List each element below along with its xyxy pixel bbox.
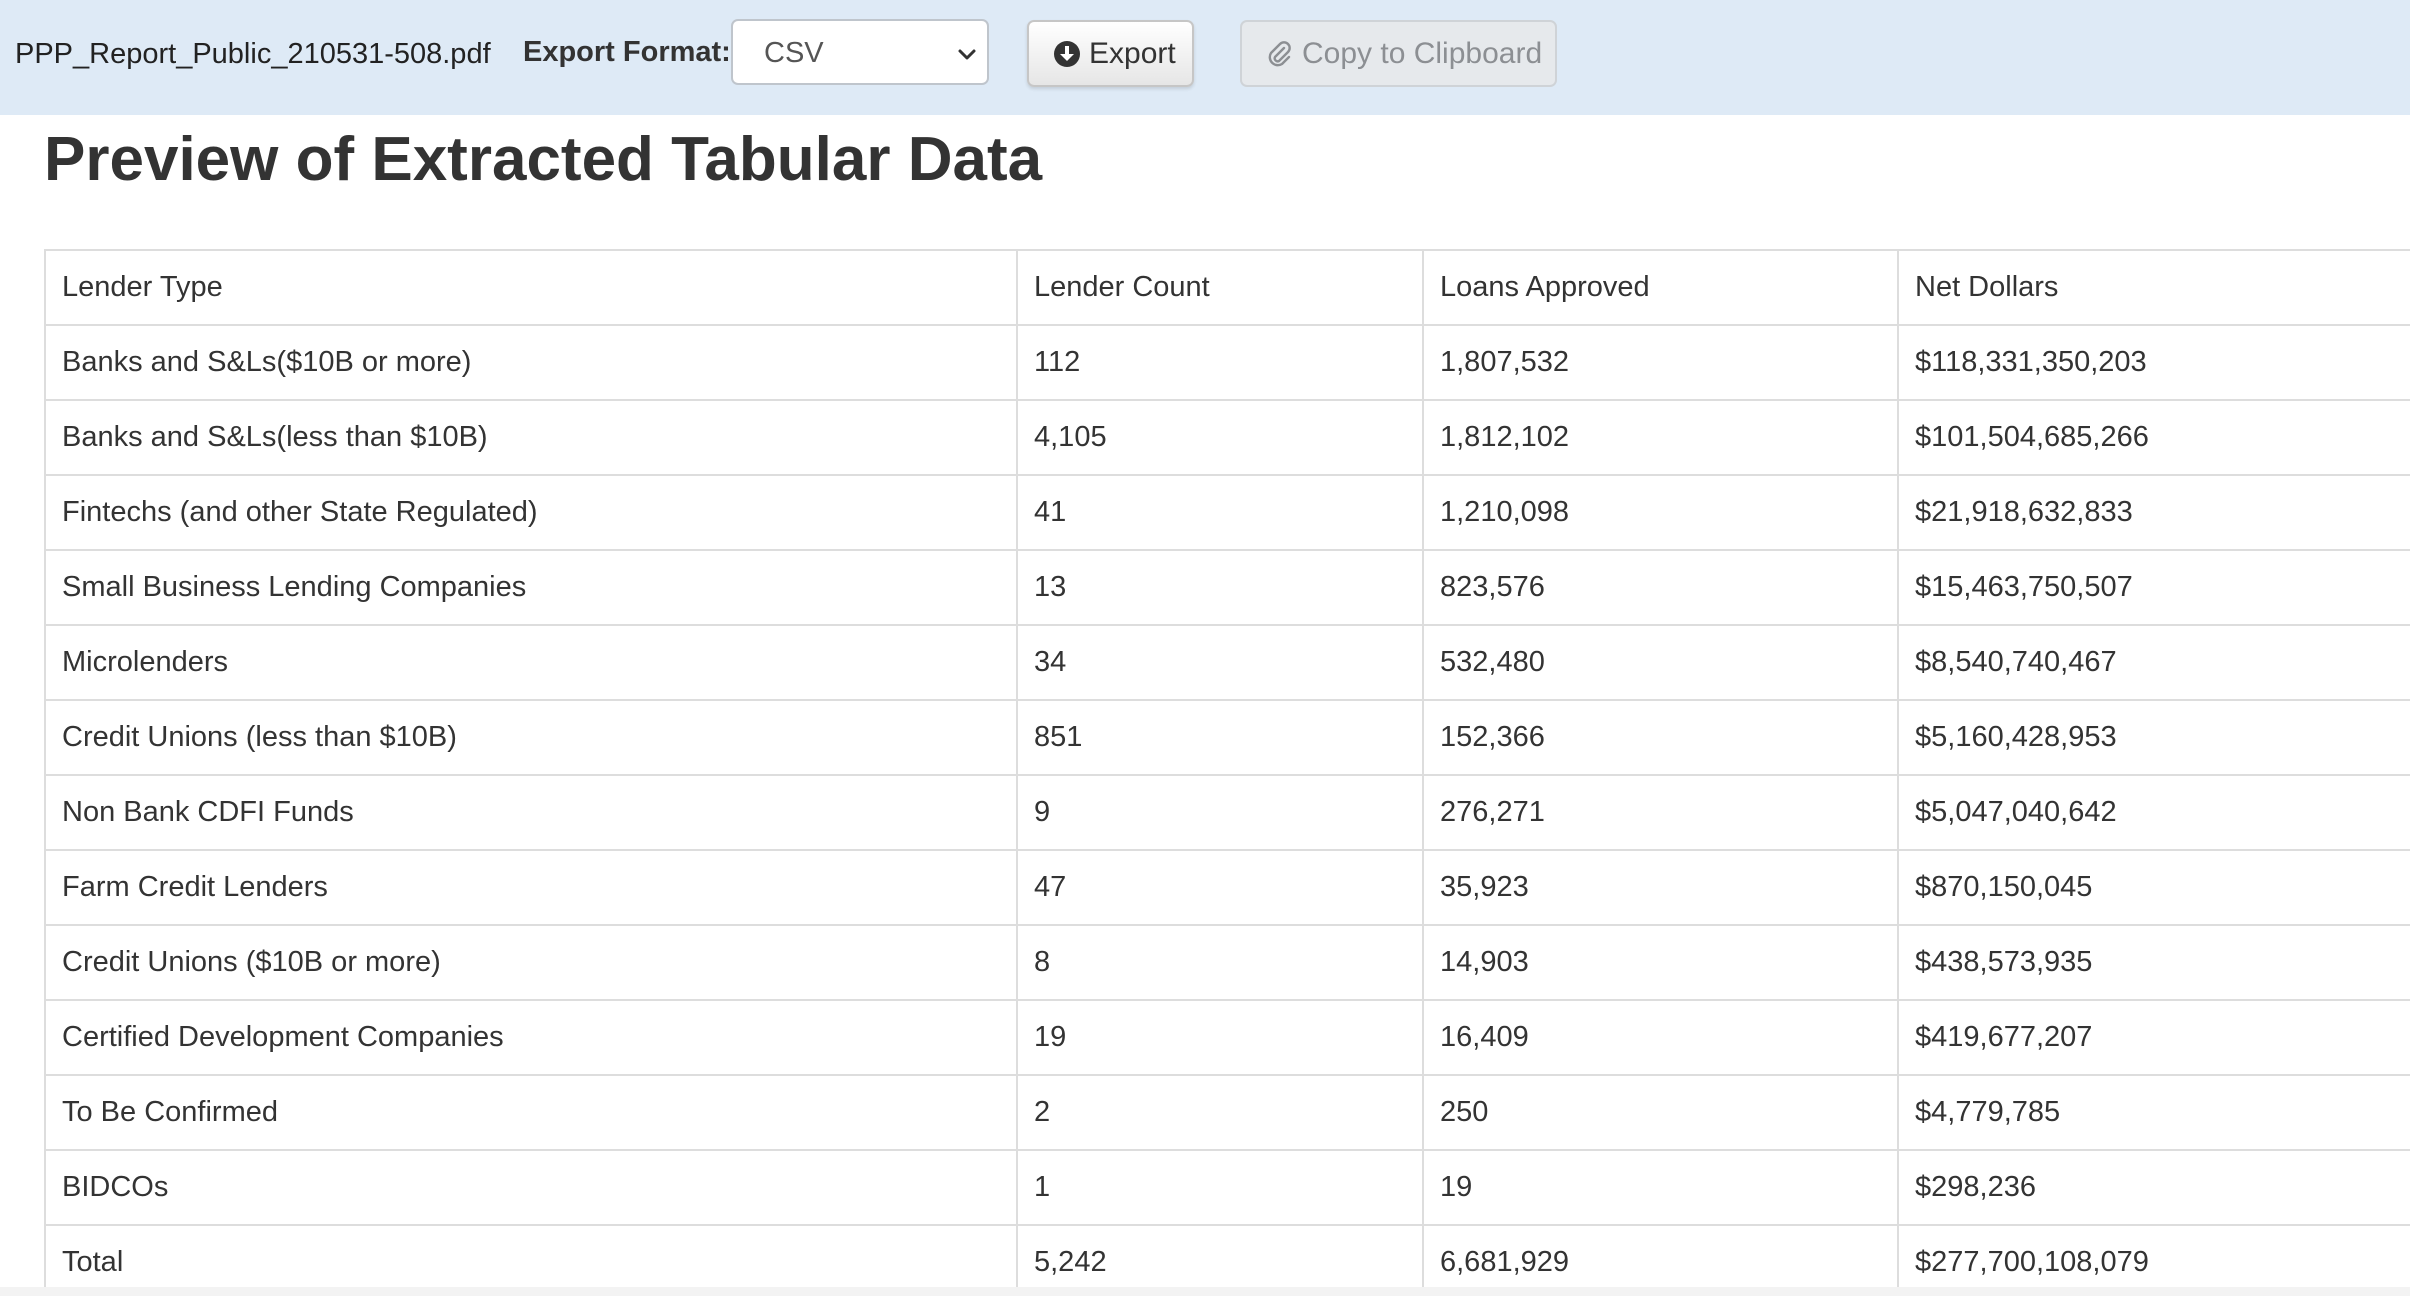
cell-lender-count: 1 [1016, 1149, 1424, 1226]
chevron-down-icon [958, 49, 976, 60]
page-bottom-strip [0, 1287, 2410, 1296]
cell-lender-type: Credit Unions ($10B or more) [44, 924, 1018, 1001]
cell-lender-type: To Be Confirmed [44, 1074, 1018, 1151]
table-container: Lender Type Lender Count Loans Approved … [44, 249, 2410, 1296]
cell-net-dollars: $5,160,428,953 [1897, 699, 2410, 776]
cell-lender-count: 47 [1016, 849, 1424, 926]
cell-net-dollars: $870,150,045 [1897, 849, 2410, 926]
cell-lender-count: 851 [1016, 699, 1424, 776]
cell-net-dollars: $438,573,935 [1897, 924, 2410, 1001]
header-cell-lender-type: Lender Type [44, 249, 1018, 326]
export-format-select[interactable]: CSV [731, 19, 989, 85]
cell-loans-approved: 1,807,532 [1422, 324, 1899, 401]
cell-lender-count: 19 [1016, 999, 1424, 1076]
copy-button-label: Copy to Clipboard [1302, 37, 1543, 70]
table-row: Farm Credit Lenders 47 35,923 $870,150,045 [44, 849, 2410, 926]
toolbar: PPP_Report_Public_210531-508.pdf Export … [0, 0, 2410, 115]
cell-lender-type: Banks and S&Ls($10B or more) [44, 324, 1018, 401]
table-body: Lender Type Lender Count Loans Approved … [44, 249, 2410, 1296]
cell-loans-approved: 1,210,098 [1422, 474, 1899, 551]
cell-loans-approved: 16,409 [1422, 999, 1899, 1076]
export-button-label: Export [1089, 37, 1176, 70]
cell-loans-approved: 6,681,929 [1422, 1224, 1899, 1296]
cell-lender-type: Farm Credit Lenders [44, 849, 1018, 926]
cell-lender-type: Small Business Lending Companies [44, 549, 1018, 626]
table-row: To Be Confirmed 2 250 $4,779,785 [44, 1074, 2410, 1151]
cell-net-dollars: $277,700,108,079 [1897, 1224, 2410, 1296]
table-row: Banks and S&Ls($10B or more) 112 1,807,532… [44, 324, 2410, 401]
table-row: Microlenders 34 532,480 $8,540,740,467 [44, 624, 2410, 701]
cell-lender-count: 4,105 [1016, 399, 1424, 476]
cell-net-dollars: $5,047,040,642 [1897, 774, 2410, 851]
cell-net-dollars: $101,504,685,266 [1897, 399, 2410, 476]
cell-net-dollars: $419,677,207 [1897, 999, 2410, 1076]
paperclip-icon [1268, 41, 1291, 67]
cell-lender-type: Certified Development Companies [44, 999, 1018, 1076]
header-cell-loans-approved: Loans Approved [1422, 249, 1899, 326]
export-format-value: CSV [764, 37, 824, 69]
data-table: Lender Type Lender Count Loans Approved … [44, 249, 2410, 1296]
cell-loans-approved: 532,480 [1422, 624, 1899, 701]
header-cell-net-dollars: Net Dollars [1897, 249, 2410, 326]
cell-net-dollars: $298,236 [1897, 1149, 2410, 1226]
cell-lender-type: Credit Unions (less than $10B) [44, 699, 1018, 776]
cell-loans-approved: 35,923 [1422, 849, 1899, 926]
cell-net-dollars: $21,918,632,833 [1897, 474, 2410, 551]
cell-net-dollars: $15,463,750,507 [1897, 549, 2410, 626]
cell-lender-type: Non Bank CDFI Funds [44, 774, 1018, 851]
cell-lender-count: 5,242 [1016, 1224, 1424, 1296]
cell-lender-count: 8 [1016, 924, 1424, 1001]
cell-loans-approved: 276,271 [1422, 774, 1899, 851]
cell-lender-count: 112 [1016, 324, 1424, 401]
cell-lender-count: 9 [1016, 774, 1424, 851]
table-row: Certified Development Companies 19 16,409 $… [44, 999, 2410, 1076]
cell-lender-count: 13 [1016, 549, 1424, 626]
cell-net-dollars: $8,540,740,467 [1897, 624, 2410, 701]
cell-lender-type: Banks and S&Ls(less than $10B) [44, 399, 1018, 476]
download-circle-icon [1054, 41, 1080, 67]
copy-to-clipboard-button[interactable]: Copy to Clipboard [1240, 20, 1557, 87]
table-header-row: Lender Type Lender Count Loans Approved … [44, 249, 2410, 326]
table-row: Fintechs (and other State Regulated) 41 1,… [44, 474, 2410, 551]
table-row: BIDCOs 1 19 $298,236 [44, 1149, 2410, 1226]
cell-lender-type: Microlenders [44, 624, 1018, 701]
header-cell-lender-count: Lender Count [1016, 249, 1424, 326]
table-row: Credit Unions (less than $10B) 851 152,366… [44, 699, 2410, 776]
cell-lender-count: 34 [1016, 624, 1424, 701]
export-format-label: Export Format: [523, 36, 731, 68]
table-row: Small Business Lending Companies 13 823,57… [44, 549, 2410, 626]
page-title: Preview of Extracted Tabular Data [44, 125, 1043, 194]
cell-net-dollars: $118,331,350,203 [1897, 324, 2410, 401]
cell-lender-type: Total [44, 1224, 1018, 1296]
cell-net-dollars: $4,779,785 [1897, 1074, 2410, 1151]
cell-lender-count: 41 [1016, 474, 1424, 551]
cell-loans-approved: 14,903 [1422, 924, 1899, 1001]
table-row: Non Bank CDFI Funds 9 276,271 $5,047,040,64… [44, 774, 2410, 851]
cell-loans-approved: 19 [1422, 1149, 1899, 1226]
cell-loans-approved: 152,366 [1422, 699, 1899, 776]
cell-lender-type: BIDCOs [44, 1149, 1018, 1226]
cell-lender-count: 2 [1016, 1074, 1424, 1151]
table-row: Credit Unions ($10B or more) 8 14,903 $438,… [44, 924, 2410, 1001]
export-button[interactable]: Export [1027, 20, 1194, 87]
cell-loans-approved: 1,812,102 [1422, 399, 1899, 476]
table-row: Banks and S&Ls(less than $10B) 4,105 1,812… [44, 399, 2410, 476]
file-name: PPP_Report_Public_210531-508.pdf [15, 38, 491, 70]
cell-lender-type: Fintechs (and other State Regulated) [44, 474, 1018, 551]
table-total-row: Total 5,242 6,681,929 $277,700,108,079 [44, 1224, 2410, 1296]
cell-loans-approved: 250 [1422, 1074, 1899, 1151]
cell-loans-approved: 823,576 [1422, 549, 1899, 626]
